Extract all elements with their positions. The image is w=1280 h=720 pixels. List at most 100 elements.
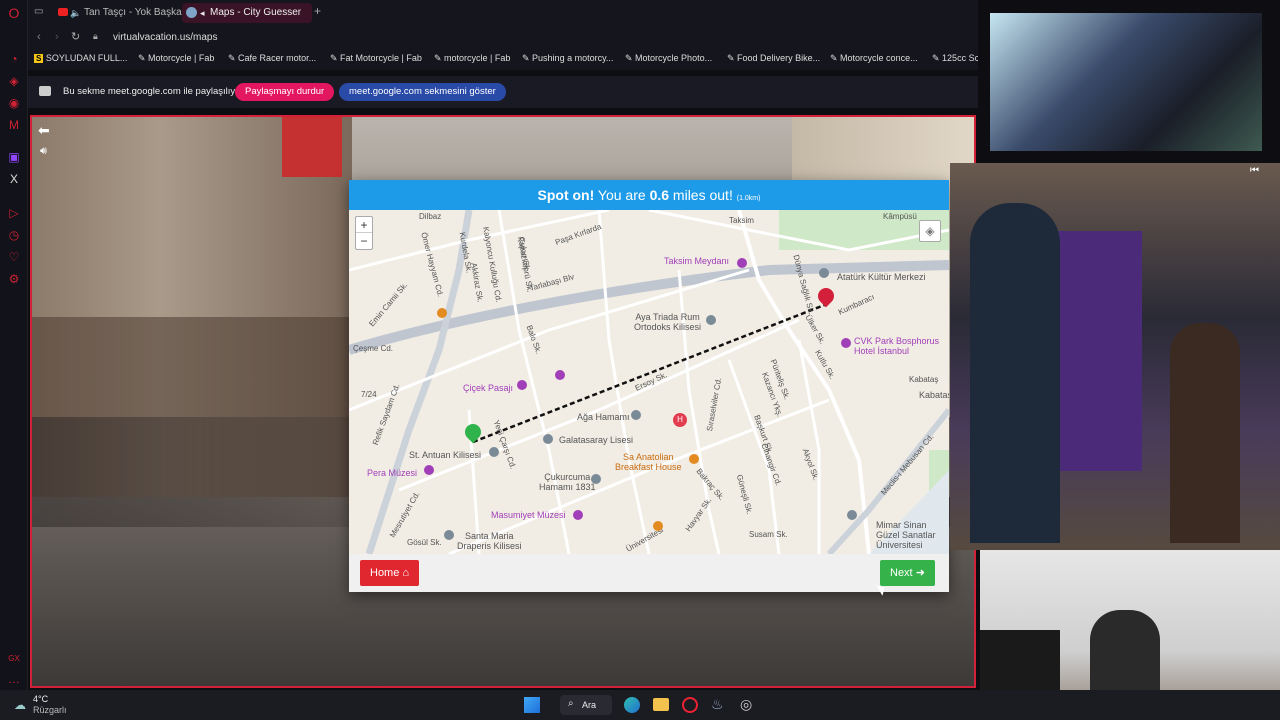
home-button[interactable]: Home ⌂ <box>360 560 420 586</box>
sharing-text: Bu sekme meet.google.com ile paylaşılıyo… <box>63 86 244 97</box>
player-icon[interactable]: ▷ <box>7 206 21 220</box>
poi-cicek-pasaji[interactable]: Çiçek Pasajı <box>463 383 513 393</box>
new-tab-button[interactable]: + <box>314 4 321 18</box>
forward-icon[interactable]: › <box>55 31 59 43</box>
crypto-wallet-icon[interactable]: ◈ <box>7 74 21 88</box>
poi-cukurcuma[interactable]: Çukurcuma Hamamı 1831 <box>539 472 596 492</box>
tab-maps[interactable]: ◂ Maps - City Guesser <box>182 3 312 23</box>
street-label: Susam Sk. <box>749 530 788 539</box>
next-button[interactable]: Next ➜ <box>880 560 935 586</box>
search-button[interactable]: ⌕ Ara <box>560 695 612 715</box>
bookmark-label: 125cc Sc <box>942 53 980 63</box>
opera-logo-icon[interactable]: O <box>7 6 21 20</box>
bookmark-item[interactable]: ✎ Pushing a motorcy... <box>522 53 613 64</box>
messenger-icon[interactable]: ◉ <box>7 96 21 110</box>
bookmark-label: Cafe Racer motor... <box>238 53 317 63</box>
home-label: Home <box>370 567 400 579</box>
url-field[interactable]: virtualvacation.us/maps <box>113 32 218 43</box>
screen-share-icon <box>39 86 51 96</box>
result-mid: You are <box>594 187 650 203</box>
bookmark-item[interactable]: S SOYLUDAN FULL... <box>34 53 127 63</box>
poi-ataturk-kultur[interactable]: Atatürk Kültür Merkezi <box>837 272 926 282</box>
poi-marker-icon <box>517 380 527 390</box>
poi-pera-muzesi[interactable]: Pera Müzesi <box>367 468 417 478</box>
layers-icon[interactable]: ◈ <box>919 220 941 242</box>
street-label: Gösül Sk. <box>407 538 442 547</box>
poi-taksim-meydani[interactable]: Taksim Meydanı <box>664 256 729 266</box>
lock-icon: 🔒︎ <box>93 31 98 41</box>
steam-icon[interactable]: ♨ <box>711 696 724 713</box>
aria-icon[interactable]: ◔ <box>7 52 21 66</box>
poi-marker-icon <box>543 434 553 444</box>
poi-marker-icon <box>437 308 447 318</box>
poi-marker-icon <box>489 447 499 457</box>
youtube-icon <box>58 8 68 16</box>
zoom-out-button[interactable]: − <box>356 233 372 249</box>
poi-aga-hamami[interactable]: Ağa Hamamı <box>577 412 630 422</box>
app-icon[interactable]: ◎ <box>740 696 752 713</box>
poi-cvk-park[interactable]: CVK Park Bosphorus Hotel İstanbul <box>854 336 939 356</box>
poi-mimar-sinan[interactable]: Mimar Sinan Güzel Sanatlar Üniversitesi <box>876 520 936 550</box>
street-label: Dilbaz <box>419 212 442 221</box>
street-label: Kâmpüsü <box>883 212 917 221</box>
back-icon[interactable]: ‹ <box>37 31 41 43</box>
bookmark-label: SOYLUDAN FULL... <box>45 53 128 63</box>
weather-temp[interactable]: 4°C <box>33 694 48 704</box>
mute-icon[interactable]: 🔈 <box>70 3 81 23</box>
bookmark-label: motorcycle | Fab <box>444 53 511 63</box>
show-meet-tab-button[interactable]: meet.google.com sekmesini göster <box>339 83 506 101</box>
start-icon[interactable] <box>524 697 540 713</box>
stop-sharing-button[interactable]: Paylaşmayı durdur <box>235 83 335 101</box>
bookmark-item[interactable]: ✎ 125cc Sc <box>932 53 979 64</box>
poi-galatasaray[interactable]: Galatasaray Lisesi <box>559 435 633 445</box>
poi-st-antuan[interactable]: St. Antuan Kilisesi <box>409 450 481 460</box>
zoom-control: + − <box>355 216 373 250</box>
bookmark-item[interactable]: ✎ Motorcycle | Fab <box>138 53 214 64</box>
participant-video-1[interactable] <box>990 13 1262 151</box>
bookmark-item[interactable]: ✎ Fat Motorcycle | Fab <box>330 53 422 64</box>
bookmark-item[interactable]: ✎ Cafe Racer motor... <box>228 53 316 64</box>
speaker-icon[interactable]: ◂ <box>200 3 205 23</box>
weather-icon: ☁ <box>14 698 26 712</box>
poi-marker-icon <box>444 530 454 540</box>
weather-text[interactable]: Rüzgarlı <box>33 705 67 715</box>
bookmark-label: Pushing a motorcy... <box>532 53 614 63</box>
tab-label: Tan Taşçı - Yok Başka <box>84 7 182 18</box>
opera-gx-icon[interactable] <box>682 697 698 713</box>
poi-marker-icon <box>847 510 857 520</box>
result-map[interactable]: + − ◈ Dilbaz Taksim Kâmpüsü Ömer Hayyam … <box>349 210 949 554</box>
result-suffix: miles out! <box>669 187 733 203</box>
bookmark-item[interactable]: ✎ motorcycle | Fab <box>434 53 510 64</box>
bookmarks-bar: S SOYLUDAN FULL... ✎ Motorcycle | Fab ✎ … <box>28 50 979 70</box>
twitch-icon[interactable]: ▣ <box>7 150 21 164</box>
edge-icon[interactable] <box>624 697 640 713</box>
poi-marker-icon <box>689 454 699 464</box>
skip-back-icon[interactable]: ⏮ <box>1250 165 1259 176</box>
zoom-in-button[interactable]: + <box>356 217 372 233</box>
x-icon[interactable]: X <box>7 172 21 186</box>
tab-youtube[interactable]: 🔈 Tan Taşçı - Yok Başka <box>54 3 202 23</box>
poi-anatolian[interactable]: Sa Anatolian Breakfast House <box>615 452 682 472</box>
poi-aya-triada[interactable]: Aya Triada Rum Ortodoks Kilisesi <box>634 312 701 332</box>
gmail-icon[interactable]: M <box>7 118 21 132</box>
volume-icon[interactable]: 🔊︎ <box>40 145 47 158</box>
bookmark-item[interactable]: ✎ Motorcycle conce... <box>830 53 918 64</box>
poi-santa-maria[interactable]: Santa Maria Draperis Kilisesi <box>457 531 522 551</box>
tab-menu-icon[interactable]: ▭ <box>34 6 43 17</box>
shared-screen-preview[interactable]: ⏮ <box>950 163 1280 550</box>
poi-marker-icon <box>555 370 565 380</box>
back-arrow-icon[interactable]: ⬅ <box>38 122 56 140</box>
extensions-icon[interactable]: ♡ <box>7 250 21 264</box>
bookmark-item[interactable]: ✎ Motorcycle Photo... <box>625 53 712 64</box>
more-icon[interactable]: … <box>7 672 21 686</box>
person-silhouette <box>970 203 1060 543</box>
settings-icon[interactable]: ⚙ <box>7 272 21 286</box>
gx-icon[interactable]: GX <box>7 652 21 666</box>
poi-masumiyet[interactable]: Masumiyet Müzesi <box>491 510 566 520</box>
history-icon[interactable]: ◷ <box>7 228 21 242</box>
bookmark-item[interactable]: ✎ Food Delivery Bike... <box>727 53 820 64</box>
result-prefix: Spot on! <box>537 187 595 203</box>
globe-icon <box>186 7 197 18</box>
file-explorer-icon[interactable] <box>653 698 669 711</box>
reload-icon[interactable]: ↻ <box>71 30 80 43</box>
